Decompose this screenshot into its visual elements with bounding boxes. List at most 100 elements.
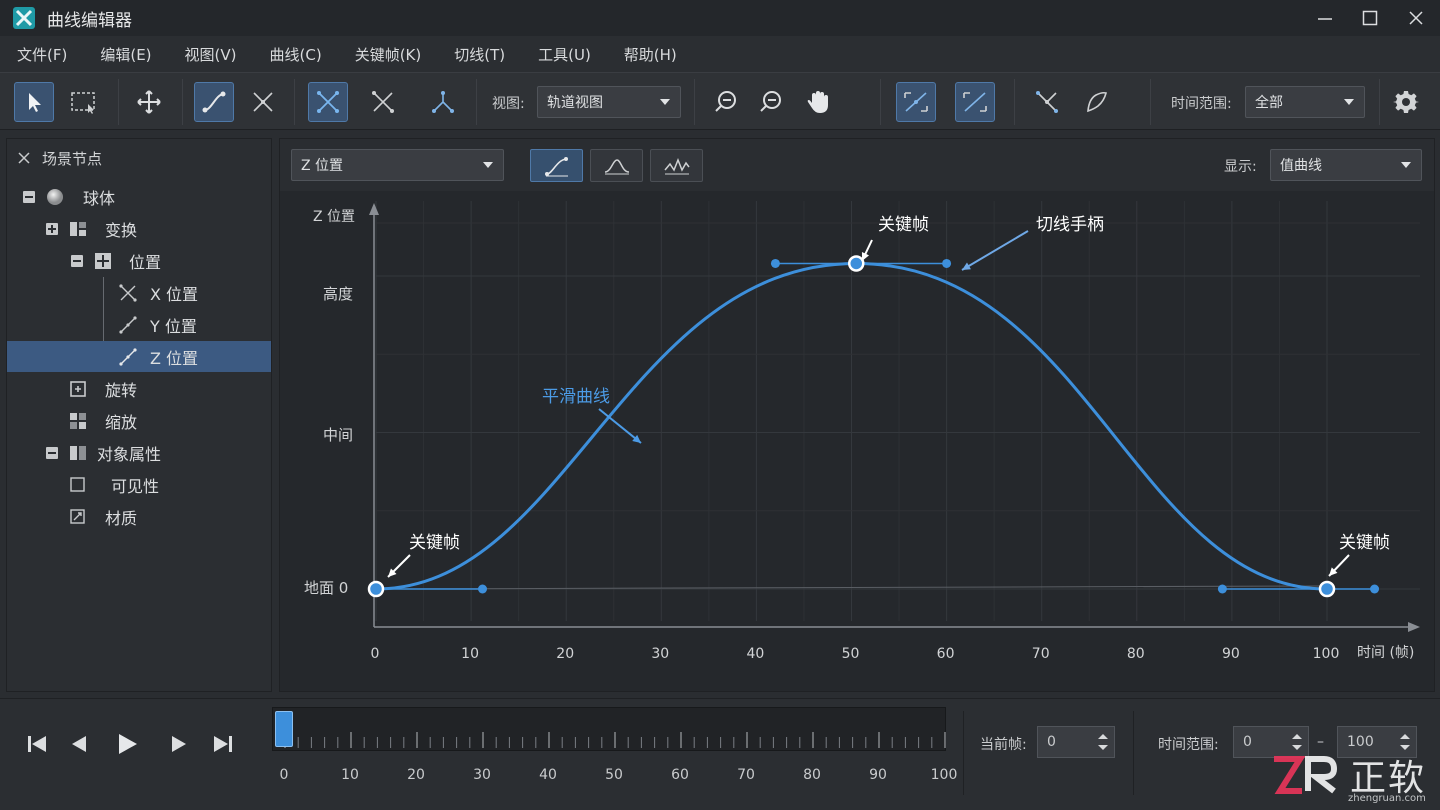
collapse-panel-icon[interactable] (17, 151, 31, 165)
go-to-start-button[interactable] (22, 729, 52, 759)
frame-selection-button[interactable] (896, 82, 936, 122)
z-curve-icon (119, 347, 137, 366)
expand-toggle[interactable] (46, 222, 58, 235)
maximize-button[interactable] (1347, 0, 1393, 36)
value-curve-mode-button[interactable] (530, 149, 583, 182)
move-tool-button[interactable] (129, 82, 169, 122)
frame-all-button[interactable] (955, 82, 995, 122)
timeline-scrubber[interactable] (272, 707, 946, 751)
draw-curve-button[interactable] (1077, 82, 1117, 122)
keyframe-point[interactable] (848, 255, 865, 272)
menu-view[interactable]: 视图(V) (169, 44, 253, 65)
y-tick-label: 地面 0 (304, 579, 348, 597)
menu-help[interactable]: 帮助(H) (608, 44, 693, 65)
unify-tangent-button[interactable] (363, 82, 403, 122)
y-tick-label: 高度 (323, 285, 353, 303)
tree-item-rotation[interactable]: 旋转 (7, 373, 271, 404)
flatten-tangent-icon (432, 91, 454, 113)
flatten-tangent-button[interactable] (423, 82, 463, 122)
skip-end-icon (214, 736, 232, 752)
menu-keyframe[interactable]: 关键帧(K) (339, 44, 438, 65)
channel-select[interactable]: Z 位置 (291, 149, 504, 181)
noise-curve-mode-button[interactable] (650, 149, 703, 182)
tree-item-scale[interactable]: 缩放 (7, 405, 271, 436)
x-tick-label: 10 (461, 646, 479, 662)
minimize-button[interactable] (1302, 0, 1348, 36)
tangent-handle-point (1217, 584, 1227, 594)
pan-tool-button[interactable] (798, 82, 838, 122)
tree-item-material[interactable]: 材质 (7, 501, 271, 532)
collapse-toggle[interactable] (46, 446, 58, 459)
timeline-tick-label: 10 (341, 767, 359, 783)
transform-icon (69, 220, 87, 238)
pen-curve-icon (1087, 91, 1107, 113)
smooth-curve-annotation-arrow (598, 408, 642, 444)
close-button[interactable] (1393, 0, 1439, 36)
tree-item-visibility[interactable]: 可见性 (7, 469, 271, 500)
bell-curve-icon (604, 158, 629, 174)
view-mode-select[interactable]: 轨道视图 (537, 86, 681, 118)
marquee-select-icon (71, 92, 95, 114)
smooth-tangent-button[interactable] (194, 82, 234, 122)
keyframe-point[interactable] (367, 580, 385, 598)
zoom-out-button[interactable] (751, 82, 791, 122)
collapse-toggle[interactable] (71, 254, 83, 267)
collapse-toggle[interactable] (23, 190, 35, 203)
timeline-tick-label: 40 (539, 767, 557, 783)
tree-item-position[interactable]: 位置 (7, 245, 271, 276)
go-to-end-button[interactable] (208, 729, 238, 759)
step-back-button[interactable] (64, 729, 94, 759)
cursor-arrow-icon (29, 93, 41, 112)
tree-item-object-properties[interactable]: 对象属性 (7, 437, 271, 468)
tree-item-sphere[interactable]: 球体 (7, 181, 271, 212)
tree-item-label: 球体 (83, 188, 116, 208)
bell-curve-mode-button[interactable] (590, 149, 643, 182)
linear-tangent-button[interactable] (243, 82, 283, 122)
current-frame-value: 0 (1047, 734, 1056, 750)
keyframe-point[interactable] (1318, 580, 1336, 598)
display-mode-value: 值曲线 (1280, 158, 1322, 174)
view-mode-value: 轨道视图 (547, 95, 603, 111)
menu-file[interactable]: 文件(F) (0, 44, 83, 65)
brand-site: zhengruan.com (1348, 793, 1426, 804)
zr-logo-icon (1274, 756, 1338, 794)
curve-graph-area[interactable]: Z 位置 时间 (帧) 0 10 20 30 40 50 60 70 80 90 100 地面 0 中间 高度… (280, 191, 1434, 691)
x-axis-arrow (1408, 622, 1420, 632)
weighted-tangent-button[interactable] (1027, 82, 1067, 122)
timeline-tick-label: 60 (671, 767, 689, 783)
tree-item-label: 对象属性 (97, 444, 162, 464)
box-select-button[interactable] (64, 82, 104, 122)
tree-item-y-position[interactable]: Y 位置 (7, 309, 271, 340)
menu-edit[interactable]: 编辑(E) (84, 44, 167, 65)
tangent-handle-point (478, 584, 488, 594)
keyframe-annotation: 关键帧 (409, 533, 460, 553)
tree-item-x-position[interactable]: X 位置 (7, 277, 271, 308)
curve-chart[interactable]: Z 位置时间 (帧) 0 10 20 30 40 50 60 70 80 90 100 地面 0 中间 高度… (280, 191, 1434, 691)
x-tick-label: 100 (1313, 646, 1340, 662)
step-back-icon (72, 736, 86, 752)
playhead-handle[interactable] (275, 711, 293, 747)
time-range-select[interactable]: 全部 (1245, 86, 1365, 118)
menu-curve[interactable]: 曲线(C) (254, 44, 338, 65)
select-tool-button[interactable] (14, 82, 54, 122)
menu-tangent[interactable]: 切线(T) (438, 44, 521, 65)
y-tick-label: 中间 (323, 426, 353, 444)
play-button[interactable] (112, 729, 142, 759)
y-curve-icon (119, 315, 137, 334)
current-frame-input[interactable]: 0 (1037, 726, 1115, 758)
x-tick-label: 20 (556, 646, 574, 662)
material-icon (69, 508, 87, 526)
menu-tools[interactable]: 工具(U) (522, 44, 607, 65)
settings-button[interactable] (1386, 82, 1426, 122)
properties-icon (69, 444, 87, 462)
break-tangent-button[interactable] (308, 82, 348, 122)
smooth-curve-annotation: 平滑曲线 (542, 387, 610, 407)
hand-icon (807, 91, 828, 113)
zoom-in-button[interactable] (706, 82, 746, 122)
visibility-checkbox-icon[interactable] (69, 476, 87, 494)
display-mode-select[interactable]: 值曲线 (1270, 149, 1422, 181)
timeline-tick-label: 20 (407, 767, 425, 783)
step-forward-button[interactable] (164, 729, 194, 759)
tree-item-z-position[interactable]: Z 位置 (7, 341, 271, 372)
tree-item-transform[interactable]: 变换 (7, 213, 271, 244)
